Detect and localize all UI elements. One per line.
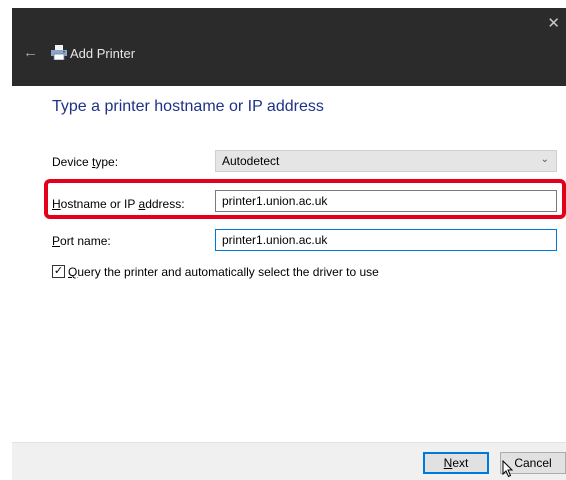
- port-name-value: printer1.union.ac.uk: [222, 233, 328, 247]
- printer-icon: [51, 45, 67, 60]
- add-printer-dialog: ✕ ← Add Printer Type a printer hostname …: [0, 0, 566, 480]
- next-button[interactable]: Next: [423, 452, 489, 474]
- checkmark-icon: ✓: [53, 265, 64, 277]
- mouse-cursor-icon: [502, 460, 514, 478]
- query-printer-checkbox[interactable]: ✓: [52, 265, 65, 278]
- page-heading: Type a printer hostname or IP address: [52, 98, 324, 115]
- query-printer-label[interactable]: Query the printer and automatically sele…: [68, 265, 379, 279]
- hostname-highlight-annotation: [44, 179, 566, 219]
- device-type-label: Device type:: [52, 155, 119, 169]
- chevron-down-icon: ⌄: [540, 154, 549, 165]
- port-name-input[interactable]: printer1.union.ac.uk: [215, 229, 557, 251]
- device-type-value: Autodetect: [222, 154, 280, 168]
- port-name-label: Port name:: [52, 234, 111, 248]
- window-title: Add Printer: [70, 46, 136, 61]
- back-arrow-icon[interactable]: ←: [23, 45, 38, 60]
- device-type-select[interactable]: Autodetect ⌄: [215, 150, 557, 172]
- close-icon[interactable]: ✕: [547, 16, 560, 31]
- title-bar: ✕ ← Add Printer: [12, 8, 566, 86]
